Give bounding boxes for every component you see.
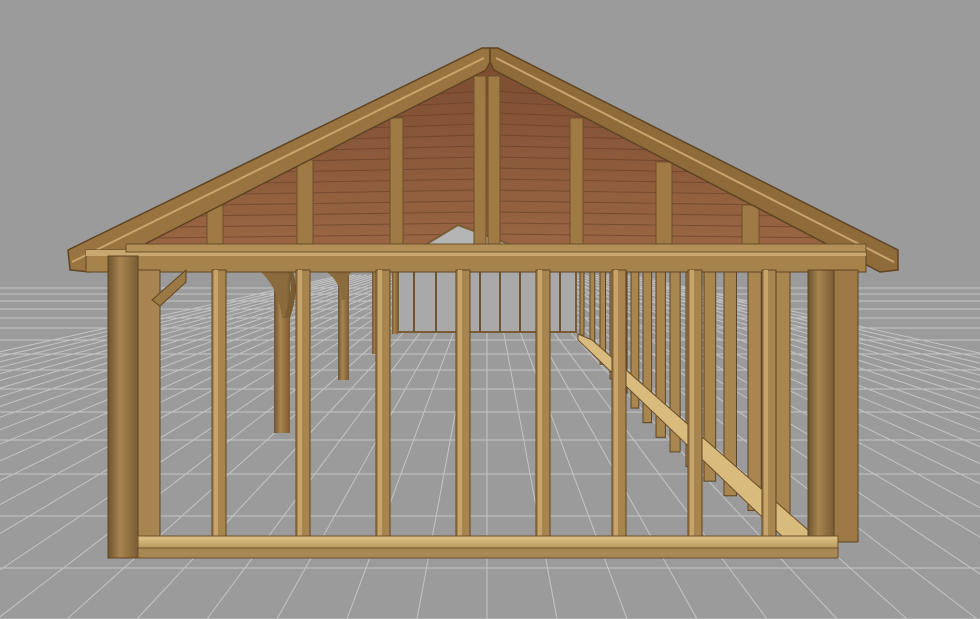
side-stud xyxy=(747,269,762,511)
front-sole-plate xyxy=(137,535,839,559)
front-stud-highlight xyxy=(764,270,768,540)
side-stud xyxy=(775,269,791,526)
front-tie-beam xyxy=(85,243,867,273)
front-stud-highlight xyxy=(298,270,302,540)
front-stud-highlight xyxy=(538,270,542,540)
front-stud-highlight xyxy=(214,270,218,540)
front-stud-highlight xyxy=(614,270,618,540)
side-stud xyxy=(579,269,585,336)
3d-viewport[interactable] xyxy=(0,0,980,619)
timber-frame-model-render xyxy=(0,0,980,619)
front-stud-highlight xyxy=(690,270,694,540)
side-stud xyxy=(589,269,596,351)
front-stud-highlight xyxy=(378,270,382,540)
front-stud-highlight xyxy=(458,270,462,540)
